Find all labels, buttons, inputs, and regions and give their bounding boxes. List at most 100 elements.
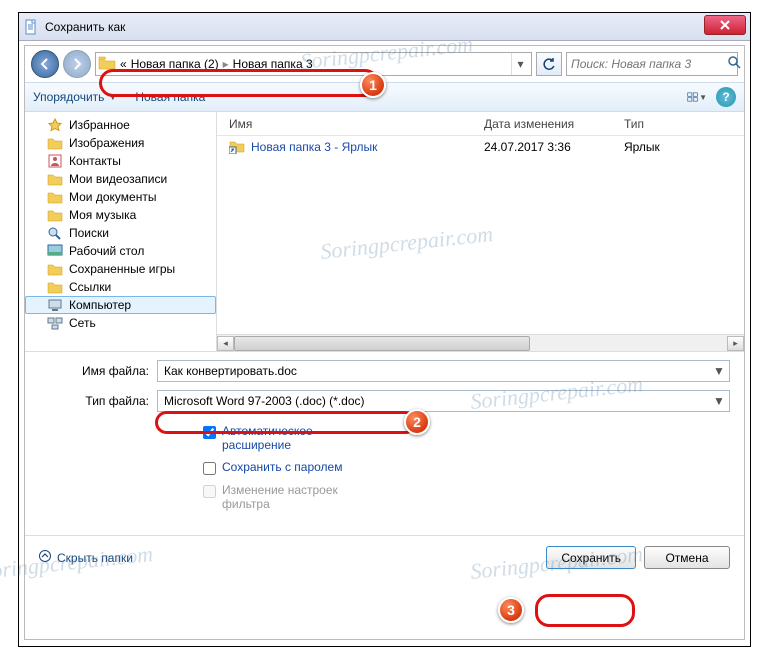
sidebar-label: Компьютер	[69, 298, 131, 312]
hide-folders-button[interactable]: Скрыть папки	[39, 550, 133, 565]
sidebar-icon	[47, 154, 63, 168]
filetype-input[interactable]: Microsoft Word 97-2003 (.doc) (*.doc) ▼	[157, 390, 730, 412]
col-name[interactable]: Имя	[229, 117, 484, 131]
help-button[interactable]: ?	[716, 87, 736, 107]
filetype-value: Microsoft Word 97-2003 (.doc) (*.doc)	[164, 394, 365, 408]
sidebar-icon	[47, 190, 63, 204]
sidebar-item-8[interactable]: Сохраненные игры	[25, 260, 216, 278]
forward-button[interactable]	[63, 50, 91, 78]
sidebar-item-4[interactable]: Мои документы	[25, 188, 216, 206]
auto-extension-checkbox[interactable]	[203, 426, 216, 439]
search-input[interactable]	[571, 57, 728, 71]
file-pane: Имя Дата изменения Тип Новая папка 3 - Я…	[217, 112, 744, 351]
file-row[interactable]: Новая папка 3 - Ярлык 24.07.2017 3:36 Яр…	[217, 136, 744, 158]
sidebar-item-0[interactable]: Избранное	[25, 116, 216, 134]
sidebar-label: Мои видеозаписи	[69, 172, 167, 186]
cancel-label: Отмена	[665, 551, 708, 565]
password-checkbox[interactable]	[203, 462, 216, 475]
sidebar-label: Сохраненные игры	[69, 262, 175, 276]
sidebar-icon	[47, 208, 63, 222]
breadcrumb-part2[interactable]: Новая папка 3	[233, 57, 313, 71]
sidebar-item-1[interactable]: Изображения	[25, 134, 216, 152]
refresh-button[interactable]	[536, 52, 562, 76]
sidebar-item-11[interactable]: Сеть	[25, 314, 216, 332]
horizontal-scrollbar[interactable]: ◂ ▸	[217, 334, 744, 351]
sidebar-icon	[47, 118, 63, 132]
back-button[interactable]	[31, 50, 59, 78]
new-folder-button[interactable]: Новая папка	[135, 90, 205, 104]
save-button[interactable]: Сохранить	[546, 546, 636, 569]
shortcut-icon	[229, 138, 245, 157]
chevron-down-icon: ▼	[108, 92, 117, 102]
close-button[interactable]	[704, 15, 746, 35]
filename-value: Как конвертировать.doc	[164, 364, 297, 378]
save-label: Сохранить	[561, 551, 621, 565]
filename-dropdown[interactable]: ▼	[711, 363, 727, 379]
address-bar[interactable]: « Новая папка (2) ▸ Новая папка 3 ▾	[95, 52, 532, 76]
filter-settings-option: Изменение настроек фильтра	[203, 483, 730, 511]
auto-extension-option[interactable]: Автоматическое расширение	[203, 424, 730, 452]
password-label: Сохранить с паролем	[222, 460, 342, 474]
sidebar-label: Ссылки	[69, 280, 111, 294]
sidebar-item-10[interactable]: Компьютер	[25, 296, 216, 314]
titlebar: Сохранить как	[19, 13, 750, 41]
new-folder-label: Новая папка	[135, 90, 205, 104]
hide-folders-label: Скрыть папки	[57, 551, 133, 565]
file-date: 24.07.2017 3:36	[484, 140, 624, 154]
auto-extension-label: Автоматическое расширение	[222, 424, 382, 452]
filename-input[interactable]: Как конвертировать.doc ▼	[157, 360, 730, 382]
view-mode-button[interactable]: ▼	[686, 86, 708, 108]
col-type[interactable]: Тип	[624, 117, 714, 131]
sidebar-item-2[interactable]: Контакты	[25, 152, 216, 170]
breadcrumb-prefix: «	[120, 57, 127, 71]
sidebar-icon	[47, 262, 63, 276]
sidebar-item-3[interactable]: Мои видеозаписи	[25, 170, 216, 188]
scroll-left[interactable]: ◂	[217, 336, 234, 351]
nav-row: « Новая папка (2) ▸ Новая папка 3 ▾	[25, 46, 744, 82]
window-title: Сохранить как	[45, 20, 125, 34]
sidebar-icon	[47, 172, 63, 186]
file-header: Имя Дата изменения Тип	[217, 112, 744, 136]
folder-icon	[98, 56, 116, 72]
filename-label: Имя файла:	[39, 364, 157, 378]
sidebar-label: Контакты	[69, 154, 121, 168]
toolbar: Упорядочить ▼ Новая папка ▼ ?	[25, 82, 744, 112]
sidebar-label: Изображения	[69, 136, 144, 150]
scroll-right[interactable]: ▸	[727, 336, 744, 351]
file-type: Ярлык	[624, 140, 714, 154]
password-option[interactable]: Сохранить с паролем	[203, 460, 730, 475]
organize-button[interactable]: Упорядочить ▼	[33, 90, 117, 104]
file-name: Новая папка 3 - Ярлык	[251, 140, 377, 154]
search-box[interactable]	[566, 52, 738, 76]
search-icon	[728, 56, 741, 72]
sidebar-icon	[47, 226, 63, 240]
sidebar-icon	[47, 136, 63, 150]
sidebar-item-7[interactable]: Рабочий стол	[25, 242, 216, 260]
scroll-thumb[interactable]	[234, 336, 530, 351]
sidebar-icon	[47, 298, 63, 312]
filter-settings-checkbox	[203, 485, 216, 498]
sidebar-icon	[47, 316, 63, 330]
address-dropdown[interactable]: ▾	[511, 53, 529, 75]
sidebar-label: Поиски	[69, 226, 109, 240]
sidebar-label: Моя музыка	[69, 208, 136, 222]
sidebar-label: Избранное	[69, 118, 130, 132]
breadcrumb-part1[interactable]: Новая папка (2)	[131, 57, 219, 71]
sidebar: Избранное Изображения Контакты Мои видеозап…	[25, 112, 217, 351]
filetype-label: Тип файла:	[39, 394, 157, 408]
sidebar-label: Мои документы	[69, 190, 156, 204]
filetype-dropdown[interactable]: ▼	[711, 393, 727, 409]
col-date[interactable]: Дата изменения	[484, 117, 624, 131]
organize-label: Упорядочить	[33, 90, 104, 104]
sidebar-icon	[47, 244, 63, 258]
sidebar-item-6[interactable]: Поиски	[25, 224, 216, 242]
cancel-button[interactable]: Отмена	[644, 546, 730, 569]
sidebar-item-9[interactable]: Ссылки	[25, 278, 216, 296]
document-icon	[23, 19, 39, 35]
breadcrumb-separator: ▸	[223, 57, 229, 71]
sidebar-label: Рабочий стол	[69, 244, 144, 258]
filter-settings-label: Изменение настроек фильтра	[222, 483, 382, 511]
sidebar-item-5[interactable]: Моя музыка	[25, 206, 216, 224]
chevron-up-icon	[39, 550, 51, 565]
sidebar-label: Сеть	[69, 316, 96, 330]
